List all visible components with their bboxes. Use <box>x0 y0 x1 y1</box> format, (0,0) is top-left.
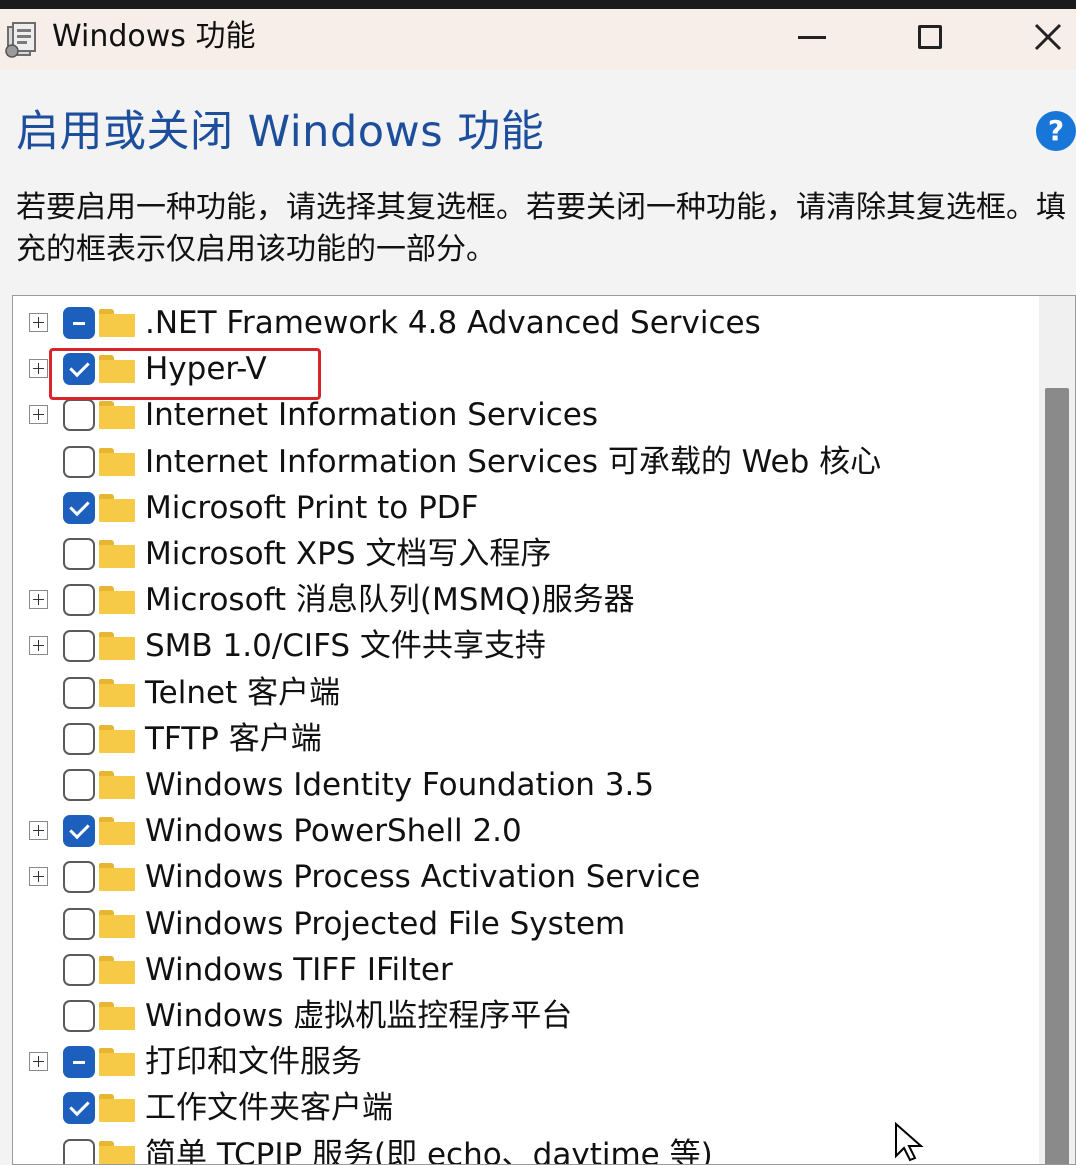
feature-row[interactable]: Microsoft XPS 文档写入程序 <box>13 531 1033 577</box>
scrollbar-thumb[interactable] <box>1045 388 1069 1164</box>
feature-checkbox[interactable] <box>63 1138 95 1164</box>
feature-row[interactable]: 简单 TCPIP 服务(即 echo、daytime 等) <box>13 1132 1033 1165</box>
expand-plus-icon[interactable] <box>29 636 48 656</box>
vertical-scrollbar[interactable] <box>1039 296 1075 1164</box>
feature-label: Windows Process Activation Service <box>145 859 701 896</box>
folder-icon <box>99 493 135 522</box>
feature-checkbox[interactable] <box>63 1046 95 1079</box>
feature-row[interactable]: 工作文件夹客户端 <box>13 1085 1033 1131</box>
feature-label: Microsoft Print to PDF <box>145 489 479 526</box>
folder-icon <box>99 540 135 568</box>
feature-label: Windows Projected File System <box>145 905 626 942</box>
feature-label: Microsoft XPS 文档写入程序 <box>145 536 552 572</box>
maximize-icon <box>918 25 942 49</box>
folder-icon <box>99 1048 135 1077</box>
window-title: Windows 功能 <box>52 19 256 54</box>
mouse-cursor-icon <box>895 1122 924 1162</box>
feature-row[interactable]: Windows TIFF IFilter <box>13 947 1033 993</box>
expand-plus-icon[interactable] <box>29 867 48 887</box>
feature-row[interactable]: Windows PowerShell 2.0 <box>13 808 1033 854</box>
expand-plus-icon[interactable] <box>29 405 48 425</box>
hyper-v-highlight-box <box>49 348 321 400</box>
expand-plus-icon[interactable] <box>29 359 48 379</box>
maximize-button[interactable] <box>900 9 960 65</box>
feature-row[interactable]: 打印和文件服务 <box>13 1039 1033 1085</box>
folder-icon <box>99 309 135 337</box>
feature-label: 打印和文件服务 <box>145 1044 362 1081</box>
feature-checkbox[interactable] <box>63 769 95 801</box>
feature-row[interactable]: Windows Identity Foundation 3.5 <box>13 762 1033 808</box>
expand-plus-icon[interactable] <box>29 590 48 610</box>
description-text: 若要启用一种功能，请选择其复选框。若要关闭一种功能，请清除其复选框。填充的框表示… <box>16 190 1066 267</box>
feature-row[interactable]: Internet Information Services 可承载的 Web 核… <box>13 439 1033 485</box>
feature-label: Windows PowerShell 2.0 <box>145 813 522 850</box>
feature-row[interactable]: Windows Projected File System <box>13 901 1033 947</box>
folder-icon <box>99 955 135 984</box>
feature-row[interactable]: Microsoft Print to PDF <box>13 485 1033 531</box>
feature-checkbox[interactable] <box>63 722 95 755</box>
folder-icon <box>99 678 135 707</box>
folder-icon <box>99 401 135 430</box>
expand-plus-icon[interactable] <box>29 1052 48 1072</box>
feature-label: 工作文件夹客户端 <box>145 1090 393 1127</box>
minimize-icon <box>798 35 826 39</box>
close-button[interactable] <box>1018 9 1076 65</box>
feature-label: TFTP 客户端 <box>145 720 322 757</box>
features-tree[interactable]: .NET Framework 4.8 Advanced Services Hype… <box>12 295 1076 1165</box>
folder-icon <box>99 447 135 476</box>
windows-features-app-icon <box>5 22 36 58</box>
feature-row[interactable]: Telnet 客户端 <box>13 670 1033 716</box>
feature-checkbox[interactable] <box>63 861 95 894</box>
feature-label: Windows Identity Foundation 3.5 <box>145 767 655 803</box>
close-icon <box>1034 23 1062 51</box>
folder-icon <box>99 863 135 892</box>
feature-row[interactable]: TFTP 客户端 <box>13 716 1033 762</box>
feature-label: Windows 虚拟机监控程序平台 <box>145 998 573 1034</box>
feature-checkbox[interactable] <box>63 1000 95 1032</box>
feature-checkbox[interactable] <box>63 491 95 524</box>
feature-row[interactable]: .NET Framework 4.8 Advanced Services <box>13 300 1033 346</box>
feature-row[interactable]: Microsoft 消息队列(MSMQ)服务器 <box>13 577 1033 623</box>
feature-label: SMB 1.0/CIFS 文件共享支持 <box>145 628 546 665</box>
page-title: 启用或关闭 Windows 功能 <box>16 107 545 157</box>
feature-label: Telnet 客户端 <box>145 674 341 711</box>
feature-checkbox[interactable] <box>63 399 95 432</box>
feature-checkbox[interactable] <box>63 953 95 986</box>
feature-row[interactable]: SMB 1.0/CIFS 文件共享支持 <box>13 623 1033 669</box>
feature-checkbox[interactable] <box>63 538 95 570</box>
folder-icon <box>99 817 135 846</box>
folder-icon <box>99 1002 135 1030</box>
feature-label: 简单 TCPIP 服务(即 echo、daytime 等) <box>145 1136 713 1165</box>
folder-icon <box>99 909 135 938</box>
feature-checkbox[interactable] <box>63 307 95 339</box>
feature-label: .NET Framework 4.8 Advanced Services <box>145 305 761 341</box>
feature-checkbox[interactable] <box>63 584 95 617</box>
folder-icon <box>99 1140 135 1164</box>
feature-checkbox[interactable] <box>63 907 95 940</box>
help-icon[interactable]: ? <box>1036 111 1076 151</box>
folder-icon <box>99 586 135 615</box>
folder-icon <box>99 632 135 661</box>
expand-plus-icon[interactable] <box>29 313 48 332</box>
expand-plus-icon[interactable] <box>29 821 48 841</box>
feature-checkbox[interactable] <box>63 445 95 478</box>
folder-icon <box>99 771 135 799</box>
minimize-button[interactable] <box>782 9 842 65</box>
feature-checkbox[interactable] <box>63 815 95 848</box>
feature-row[interactable]: Windows 虚拟机监控程序平台 <box>13 993 1033 1039</box>
feature-checkbox[interactable] <box>63 676 95 709</box>
title-bar: Windows 功能 <box>0 9 1076 69</box>
feature-label: Windows TIFF IFilter <box>145 951 453 988</box>
feature-row[interactable]: Windows Process Activation Service <box>13 854 1033 900</box>
feature-label: Internet Information Services 可承载的 Web 核… <box>145 443 882 480</box>
screen-top-edge <box>0 0 1076 9</box>
feature-checkbox[interactable] <box>63 630 95 663</box>
folder-icon <box>99 1094 135 1123</box>
feature-checkbox[interactable] <box>63 1092 95 1125</box>
feature-label: Microsoft 消息队列(MSMQ)服务器 <box>145 582 635 619</box>
folder-icon <box>99 724 135 753</box>
